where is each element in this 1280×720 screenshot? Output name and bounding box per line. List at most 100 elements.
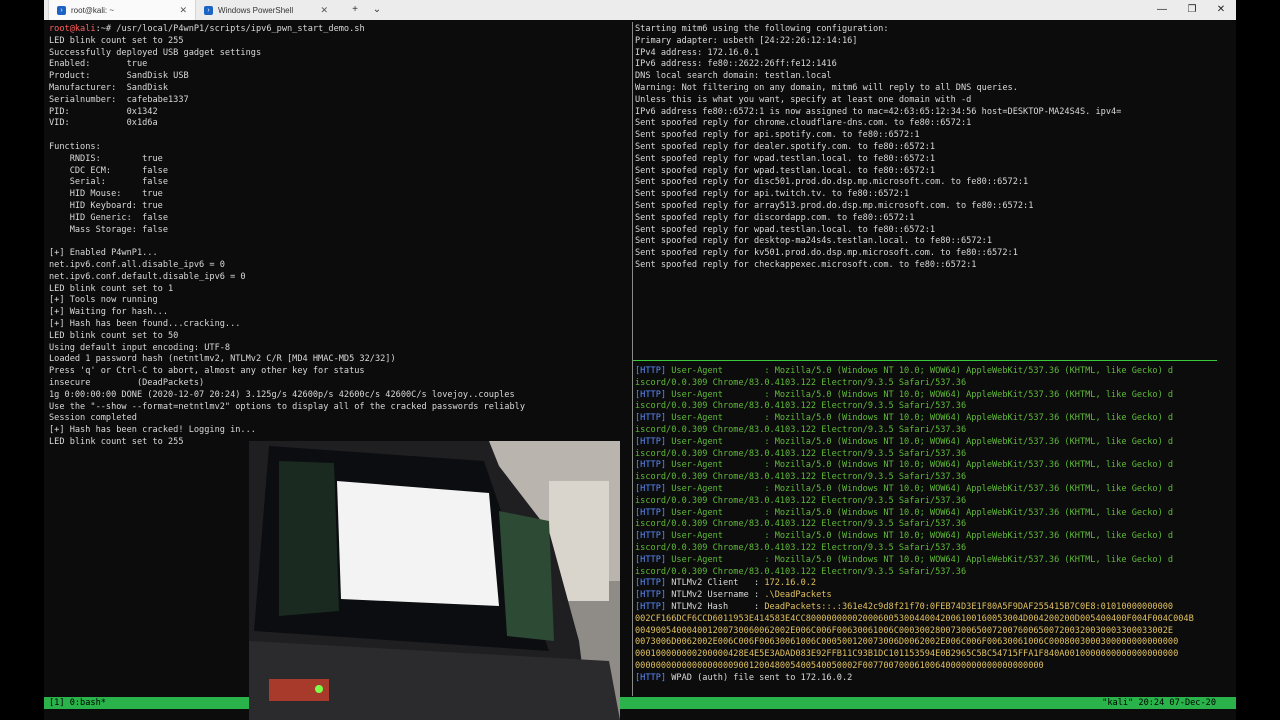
terminal-line: Sent spoofed reply for dealer.spotify.co… [635, 141, 936, 152]
tab-label: root@kali: ~ [71, 5, 115, 15]
terminal-line: Sent spoofed reply for desktop-ma24s4s.t… [635, 236, 992, 247]
terminal-line: Starting mitm6 using the following confi… [635, 24, 889, 34]
line-segment: iscord/0.0.309 Chrome/83.0.4103.122 Elec… [635, 401, 967, 412]
line-segment: [HTTP] [635, 554, 667, 565]
terminal-line: Sent spoofed reply for chrome.cloudflare… [635, 118, 972, 129]
close-tab-icon[interactable]: ✕ [320, 5, 328, 16]
terminal-line: [HTTP] User-Agent : Mozilla/5.0 (Windows… [635, 508, 1235, 520]
terminal-line: RNDIS: true [49, 153, 163, 164]
terminal-line: Sent spoofed reply for api.twitch.tv. to… [635, 189, 910, 200]
terminal-line: [HTTP] User-Agent : Mozilla/5.0 (Windows… [635, 366, 1235, 378]
line-segment: [HTTP] [635, 578, 667, 589]
responder-terminal-pane[interactable]: [HTTP] User-Agent : Mozilla/5.0 (Windows… [635, 366, 1235, 692]
line-segment: User-Agent : Mozilla/5.0 (Windows NT 10.… [666, 554, 1174, 565]
status-window-list: [1] 0:bash* [49, 698, 106, 708]
terminal-line: [+] Hash has been cracked! Logging in... [49, 425, 256, 436]
minimize-icon[interactable]: — [1147, 0, 1177, 20]
terminal-line: [HTTP] User-Agent : Mozilla/5.0 (Windows… [635, 484, 1235, 496]
line-segment: User-Agent : Mozilla/5.0 (Windows NT 10.… [666, 366, 1174, 376]
terminal-line: 000100000000200000428E4E5E3ADAD083E92FFB… [635, 649, 1235, 661]
terminal-line: [HTTP] User-Agent : Mozilla/5.0 (Windows… [635, 413, 1235, 425]
title-bar: › root@kali: ~ ✕ › Windows PowerShell ✕ … [44, 0, 1236, 20]
line-segment: 172.16.0.2 [764, 578, 817, 589]
terminal-line: iscord/0.0.309 Chrome/83.0.4103.122 Elec… [635, 567, 1235, 579]
terminal-line: iscord/0.0.309 Chrome/83.0.4103.122 Elec… [635, 449, 1235, 461]
line-segment: [HTTP] [635, 672, 667, 683]
tab-dropdown-button[interactable]: ⌄ [366, 0, 388, 20]
tab-root-kali[interactable]: › root@kali: ~ ✕ [48, 0, 196, 20]
new-tab-button[interactable]: + [344, 0, 366, 20]
terminal-line: [HTTP] User-Agent : Mozilla/5.0 (Windows… [635, 390, 1235, 402]
terminal-line: Use the "--show --format=netntlmv2" opti… [49, 401, 525, 412]
line-segment: 002CF166DCF6CCD6011953E414583E4CC8000000… [635, 613, 1194, 624]
terminal-line: insecure (DeadPackets) [49, 377, 205, 388]
powershell-icon: › [204, 5, 213, 15]
terminal-line: iscord/0.0.309 Chrome/83.0.4103.122 Elec… [635, 401, 1235, 413]
line-segment: 000100000000200000428E4E5E3ADAD083E92FFB… [635, 649, 1179, 660]
tab-windows-powershell[interactable]: › Windows PowerShell ✕ [196, 0, 336, 20]
terminal-line: [HTTP] User-Agent : Mozilla/5.0 (Windows… [635, 460, 1235, 472]
terminal-line: [HTTP] WPAD (auth) file sent to 172.16.0… [635, 673, 1235, 685]
terminal-line: Sent spoofed reply for wpad.testlan.loca… [635, 224, 936, 235]
terminal-line: [HTTP] User-Agent : Mozilla/5.0 (Windows… [635, 531, 1235, 543]
terminal-line: HID Keyboard: true [49, 200, 163, 211]
terminal-line: DNS local search domain: testlan.local [635, 71, 832, 82]
terminal-line: IPv4 address: 172.16.0.1 [635, 47, 760, 58]
terminal-line: HID Mouse: true [49, 189, 163, 200]
line-segment: User-Agent : Mozilla/5.0 (Windows NT 10.… [666, 483, 1174, 494]
terminal-line: iscord/0.0.309 Chrome/83.0.4103.122 Elec… [635, 425, 1235, 437]
line-segment: 0000000000000000000900120048005400540050… [635, 660, 1044, 671]
terminal-line: Sent spoofed reply for array513.prod.do.… [635, 200, 1034, 211]
line-segment: [HTTP] [635, 590, 667, 601]
terminal-line: Sent spoofed reply for discordapp.com. t… [635, 212, 915, 223]
terminal-line: [+] Enabled P4wnP1... [49, 248, 158, 259]
terminal-line: Sent spoofed reply for disc501.prod.do.d… [635, 177, 1029, 188]
terminal-line: Warning: Not filtering on any domain, mi… [635, 82, 1018, 93]
terminal-line: [+] Hash has been found...cracking... [49, 318, 241, 329]
terminal-line: root@kali:~# /usr/local/P4wnP1/scripts/i… [49, 24, 629, 36]
line-segment: 0073006D0062002E006C006F00630061006C0005… [635, 637, 1179, 648]
line-segment: [HTTP] [635, 483, 667, 494]
terminal-line: VID: 0x1d6a [49, 118, 158, 129]
terminal-line: Product: SandDisk USB [49, 71, 189, 82]
line-segment: [HTTP] [635, 413, 667, 424]
terminal-line: Loaded 1 password hash (netntlmv2, NTLMv… [49, 354, 396, 365]
maximize-icon[interactable]: ❐ [1177, 0, 1207, 20]
terminal-line: LED blink count set to 255 [49, 35, 184, 46]
line-segment: iscord/0.0.309 Chrome/83.0.4103.122 Elec… [635, 424, 967, 435]
terminal-line: [+] Waiting for hash... [49, 307, 168, 318]
line-segment: User-Agent : Mozilla/5.0 (Windows NT 10.… [666, 531, 1174, 542]
line-segment: [HTTP] [635, 531, 667, 542]
terminal-line: Successfully deployed USB gadget setting… [49, 47, 262, 58]
line-segment: NTLMv2 Hash : [666, 601, 765, 612]
line-segment: User-Agent : Mozilla/5.0 (Windows NT 10.… [666, 436, 1174, 447]
terminal-line: Press 'q' or Ctrl-C to abort, almost any… [49, 366, 365, 377]
line-segment: iscord/0.0.309 Chrome/83.0.4103.122 Elec… [635, 495, 967, 506]
line-segment: [HTTP] [635, 460, 667, 471]
mitm6-terminal-pane[interactable]: Starting mitm6 using the following confi… [635, 24, 1235, 354]
terminal-line: 1g 0:00:00:00 DONE (2020-12-07 20:24) 3.… [49, 389, 515, 400]
line-segment: iscord/0.0.309 Chrome/83.0.4103.122 Elec… [635, 472, 967, 483]
terminal-line: Serialnumber: cafebabe1337 [49, 94, 189, 105]
line-segment: [HTTP] [635, 601, 667, 612]
terminal-line: iscord/0.0.309 Chrome/83.0.4103.122 Elec… [635, 519, 1235, 531]
powershell-icon: › [57, 5, 66, 15]
terminal-line: [HTTP] User-Agent : Mozilla/5.0 (Windows… [635, 437, 1235, 449]
terminal-line: iscord/0.0.309 Chrome/83.0.4103.122 Elec… [635, 496, 1235, 508]
terminal-line: CDC ECM: false [49, 165, 168, 176]
terminal-line: [HTTP] User-Agent : Mozilla/5.0 (Windows… [635, 555, 1235, 567]
line-segment: iscord/0.0.309 Chrome/83.0.4103.122 Elec… [635, 377, 967, 388]
terminal-line: iscord/0.0.309 Chrome/83.0.4103.122 Elec… [635, 378, 1235, 390]
line-segment: [HTTP] [635, 436, 667, 447]
terminal-line: 0073006D0062002E006C006F00630061006C0005… [635, 637, 1235, 649]
close-tab-icon[interactable]: ✕ [179, 5, 187, 16]
terminal-line: 0000000000000000000900120048005400540050… [635, 661, 1235, 673]
webcam-overlay [249, 441, 620, 720]
terminal-line: IPv6 address: fe80::2622:26ff:fe12:1416 [635, 59, 837, 70]
pane-divider [632, 22, 633, 696]
close-window-icon[interactable]: ✕ [1206, 0, 1236, 20]
line-segment: WPAD (auth) file sent to 172.16.0.2 [666, 672, 853, 683]
terminal-line: Enabled: true [49, 59, 148, 70]
